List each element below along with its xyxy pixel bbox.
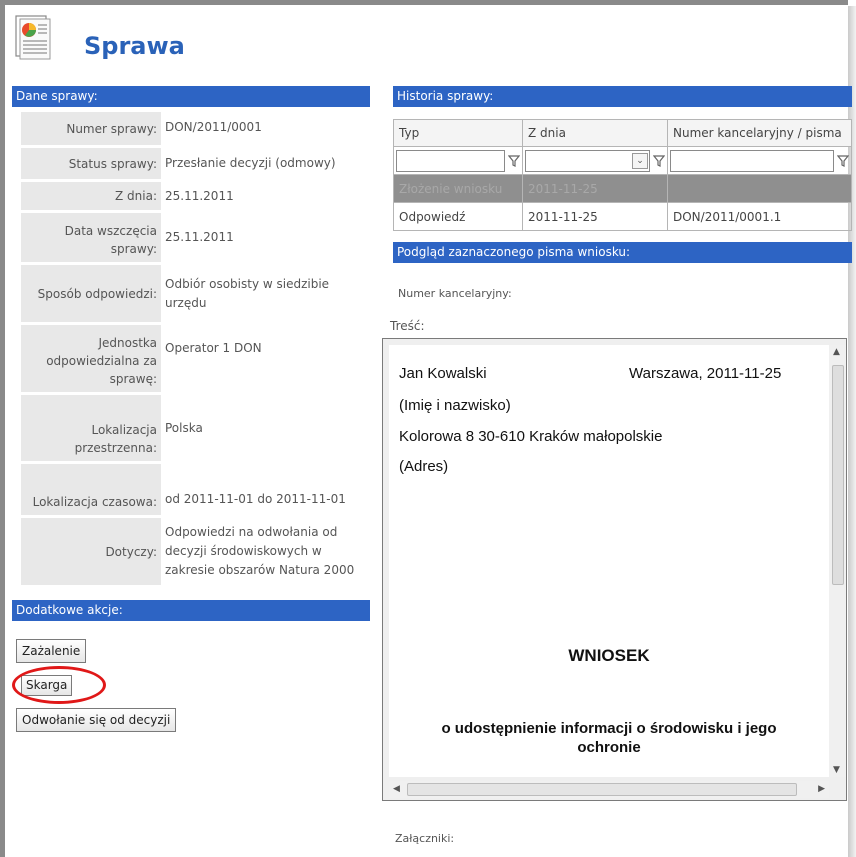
vertical-scroll-thumb[interactable]	[832, 365, 844, 585]
details-row: Dotyczy: Odpowiedzi na odwołania od decy…	[21, 518, 369, 588]
number-filter-input[interactable]	[670, 149, 834, 172]
filter-icon[interactable]	[653, 154, 665, 168]
cell-typ: Odpowiedź	[393, 202, 523, 231]
cell-numer: DON/2011/0001.1	[667, 202, 852, 231]
extra-actions-header: Dodatkowe akcje:	[12, 600, 370, 621]
page-title: Sprawa	[84, 32, 185, 60]
details-row: Z dnia: 25.11.2011	[21, 182, 369, 213]
case-details-header: Dane sprawy:	[12, 86, 370, 107]
details-row: Status sprawy: Przesłanie decyzji (odmow…	[21, 148, 369, 182]
filter-icon[interactable]	[508, 154, 520, 168]
details-value: Odpowiedzi na odwołania od decyzji środo…	[165, 525, 355, 577]
details-row: Jednostka odpowiedzialna za sprawę: Oper…	[21, 325, 369, 395]
registry-number-label: Numer kancelaryjny:	[398, 287, 512, 300]
filter-cell	[667, 146, 852, 175]
details-label: Lokalizacja czasowa:	[21, 464, 161, 515]
details-row: Lokalizacja przestrzenna: Polska	[21, 395, 369, 464]
details-value: 25.11.2011	[165, 230, 234, 244]
details-label: Jednostka odpowiedzialna za sprawę:	[21, 325, 161, 392]
filter-icon[interactable]	[837, 154, 849, 168]
horizontal-scrollbar[interactable]: ◀ ▶	[389, 781, 829, 798]
case-details-table: Numer sprawy: DON/2011/0001 Status spraw…	[21, 112, 369, 588]
scroll-down-icon[interactable]: ▼	[833, 765, 840, 775]
column-header-z-dnia[interactable]: Z dnia	[522, 119, 668, 147]
details-label: Z dnia:	[21, 182, 161, 210]
details-label: Numer sprawy:	[21, 112, 161, 145]
grid-header-row: Typ Z dnia Numer kancelaryjny / pisma	[393, 119, 852, 147]
details-value: Przesłanie decyzji (odmowy)	[165, 156, 336, 170]
dropdown-arrow-icon[interactable]: ⌄	[632, 152, 648, 169]
filter-row: ⌄	[393, 146, 852, 175]
doc-subheading: o udostępnienie informacji o środowisku …	[441, 720, 777, 737]
details-value: Polska	[165, 420, 203, 435]
cell-numer	[667, 174, 852, 203]
history-grid: Typ Z dnia Numer kancelaryjny / pisma ⌄ …	[393, 119, 852, 231]
doc-place-date: Warszawa, 2011-11-25	[629, 365, 782, 382]
table-row[interactable]: Złożenie wniosku 2011-11-25	[393, 174, 852, 203]
attachments-label: Załączniki:	[395, 832, 455, 845]
document-preview[interactable]: Jan Kowalski Warszawa, 2011-11-25 (Imię …	[382, 338, 847, 801]
details-row: Lokalizacja czasowa: od 2011-11-01 do 20…	[21, 464, 369, 518]
details-label: Sposób odpowiedzi:	[21, 265, 161, 322]
details-label: Data wszczęcia sprawy:	[21, 213, 161, 262]
odwolanie-button[interactable]: Odwołanie się od decyzji	[16, 708, 177, 732]
doc-address: Kolorowa 8 30-610 Kraków małopolskie	[399, 428, 663, 445]
document-viewport: Jan Kowalski Warszawa, 2011-11-25 (Imię …	[389, 345, 829, 777]
details-value: od 2011-11-01 do 2011-11-01	[165, 492, 346, 506]
column-header-numer[interactable]: Numer kancelaryjny / pisma	[667, 119, 852, 147]
details-value: 25.11.2011	[165, 188, 234, 203]
scroll-up-icon[interactable]: ▲	[833, 347, 840, 357]
column-header-typ[interactable]: Typ	[393, 119, 523, 147]
filter-cell: ⌄	[522, 146, 668, 175]
doc-subheading-2: ochronie	[577, 739, 641, 756]
content-label: Treść:	[390, 319, 425, 333]
date-filter-input[interactable]: ⌄	[525, 149, 650, 172]
preview-header: Podgląd zaznaczonego pisma wniosku:	[393, 242, 852, 263]
details-value: Operator 1 DON	[165, 341, 262, 355]
case-history-header: Historia sprawy:	[393, 86, 852, 107]
doc-heading: WNIOSEK	[568, 646, 650, 665]
details-label: Dotyczy:	[21, 518, 161, 585]
table-row[interactable]: Odpowiedź 2011-11-25 DON/2011/0001.1	[393, 202, 852, 231]
details-label: Status sprawy:	[21, 148, 161, 179]
filter-cell	[393, 146, 523, 175]
scroll-left-icon[interactable]: ◀	[393, 784, 400, 794]
details-row: Data wszczęcia sprawy: 25.11.2011	[21, 213, 369, 265]
cell-typ: Złożenie wniosku	[393, 174, 523, 203]
highlight-ellipse	[12, 666, 106, 704]
doc-name: Jan Kowalski	[399, 365, 487, 382]
details-value: Odbiór osobisty w siedzibie urzędu	[165, 276, 330, 310]
cell-data: 2011-11-25	[522, 202, 668, 231]
vertical-scrollbar[interactable]: ▲ ▼	[829, 345, 846, 777]
horizontal-scroll-thumb[interactable]	[407, 783, 797, 796]
doc-address-caption: (Adres)	[399, 458, 449, 475]
case-document-icon	[15, 15, 51, 60]
details-value: DON/2011/0001	[165, 120, 262, 134]
details-row: Numer sprawy: DON/2011/0001	[21, 112, 369, 148]
doc-name-caption: (Imię i nazwisko)	[399, 397, 511, 414]
cell-data: 2011-11-25	[522, 174, 668, 203]
typ-filter-input[interactable]	[396, 149, 505, 172]
details-label: Lokalizacja przestrzenna:	[21, 395, 161, 461]
zazalenie-button[interactable]: Zażalenie	[16, 639, 87, 663]
scroll-right-icon[interactable]: ▶	[818, 784, 825, 794]
details-row: Sposób odpowiedzi: Odbiór osobisty w sie…	[21, 265, 369, 325]
